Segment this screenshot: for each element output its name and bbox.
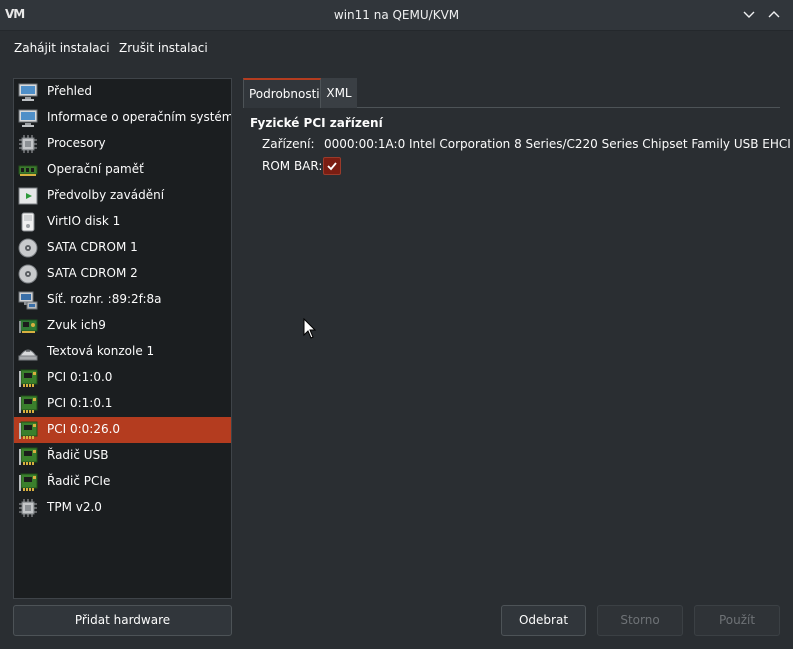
mouse-cursor-icon [303,318,317,339]
sidebar-item[interactable]: Řadič USB [14,443,231,469]
device-value: 0000:00:1A:0 Intel Corporation 8 Series/… [324,137,793,151]
sidebar-item-label: Řadič USB [47,448,109,462]
sidebar-item[interactable]: Zvuk ich9 [14,313,231,339]
sidebar-item[interactable]: PCI 0:0:26.0 [14,417,231,443]
sidebar-item[interactable]: SATA CDROM 1 [14,235,231,261]
start-install-menu[interactable]: Zahájit instalaci [14,41,110,55]
sidebar-item-label: Informace o operačním systému [47,110,232,124]
checkmark-icon [327,162,337,171]
menu-bar: Zahájit instalaci Zrušit instalaci [0,31,793,67]
sidebar-item[interactable]: PCI 0:1:0.1 [14,391,231,417]
pci-card-icon [19,447,38,465]
section-title: Fyzické PCI zařízení [250,116,383,130]
disk-drive-icon [21,212,35,232]
boot-play-icon [18,187,38,205]
chevron-down-icon [743,11,755,18]
pci-card-icon [19,421,38,439]
sidebar-item-label: Síť. rozhr. :89:2f:8a [47,292,162,306]
sidebar-item[interactable]: Informace o operačním systému [14,105,231,131]
sidebar-item-label: PCI 0:1:0.1 [47,396,113,410]
hardware-list: Přehled Informace o operačním systému Proc… [13,78,232,599]
sound-card-icon [19,319,38,333]
memory-module-icon [18,165,38,176]
apply-button[interactable]: Použít [694,605,780,636]
sidebar-item-label: Přehled [47,84,93,98]
sidebar-item[interactable]: Síť. rozhr. :89:2f:8a [14,287,231,313]
sidebar-item[interactable]: Přehled [14,79,231,105]
sidebar-item[interactable]: Předvolby zavádění [14,183,231,209]
sidebar-item[interactable]: Procesory [14,131,231,157]
sidebar-item-label: Textová konzole 1 [47,344,155,358]
network-icon [18,291,38,310]
cpu-chip-icon [19,135,37,153]
serial-console-icon [18,349,38,361]
device-label: Zařízení: [262,137,315,151]
rombar-checkbox[interactable] [323,157,341,175]
sidebar-item-label: Operační paměť [47,162,144,176]
sidebar-item-label: Zvuk ich9 [47,318,106,332]
sidebar-item[interactable]: VirtIO disk 1 [14,209,231,235]
sidebar-item-label: VirtIO disk 1 [47,214,121,228]
remove-button[interactable]: Odebrat [501,605,586,636]
sidebar-item[interactable]: Operační paměť [14,157,231,183]
title-bar: VM win11 na QEMU/KVM [0,0,793,31]
sidebar-item[interactable]: SATA CDROM 2 [14,261,231,287]
sidebar-item-label: PCI 0:1:0.0 [47,370,113,384]
sidebar-item-label: Předvolby zavádění [47,188,165,202]
cancel-install-menu[interactable]: Zrušit instalaci [119,41,208,55]
maximize-button[interactable] [765,6,783,24]
sidebar-item-label: TPM v2.0 [47,500,102,514]
tab-bar: Podrobnosti XML [243,78,780,108]
minimize-button[interactable] [740,6,758,24]
sidebar-item-label: SATA CDROM 1 [47,240,138,254]
chevron-up-icon [768,11,780,18]
rombar-label: ROM BAR: [262,159,323,173]
sidebar-item-label: SATA CDROM 2 [47,266,138,280]
window-title: win11 na QEMU/KVM [333,8,460,22]
sidebar-item[interactable]: TPM v2.0 [14,495,231,521]
cdrom-icon [18,238,38,258]
pci-card-icon [19,473,38,491]
pci-card-icon [19,369,38,387]
tab-xml[interactable]: XML [321,78,357,108]
cdrom-icon [18,264,38,284]
monitor-icon [18,83,38,101]
tab-details[interactable]: Podrobnosti [243,78,321,108]
pci-card-icon [19,395,38,413]
add-hardware-button[interactable]: Přidat hardware [13,605,232,636]
sidebar-item[interactable]: Textová konzole 1 [14,339,231,365]
cpu-chip-icon [19,499,37,517]
sidebar-item[interactable]: Řadič PCIe [14,469,231,495]
sidebar-item[interactable]: PCI 0:1:0.0 [14,365,231,391]
monitor-icon [18,109,38,127]
cancel-button[interactable]: Storno [597,605,683,636]
sidebar-item-label: PCI 0:0:26.0 [47,422,121,436]
sidebar-item-label: Řadič PCIe [47,474,111,488]
sidebar-item-label: Procesory [47,136,106,150]
